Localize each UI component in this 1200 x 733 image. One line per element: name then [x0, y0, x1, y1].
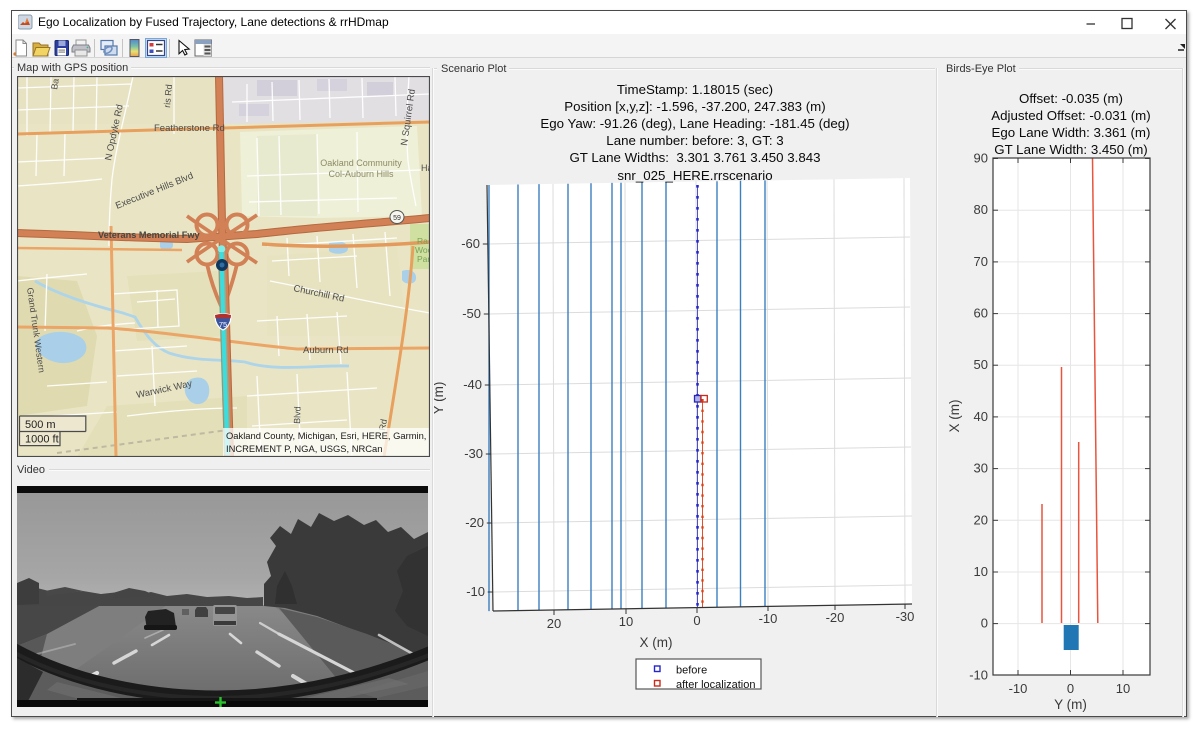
svg-text:500 m: 500 m [25, 419, 56, 431]
svg-text:0: 0 [693, 613, 700, 628]
svg-text:Col-Auburn Hills: Col-Auburn Hills [328, 169, 394, 179]
svg-text:0: 0 [981, 616, 988, 631]
svg-text:-20: -20 [465, 515, 484, 530]
svg-text:-10: -10 [466, 584, 485, 599]
svg-text:60: 60 [974, 306, 988, 321]
svg-text:75: 75 [219, 320, 227, 329]
svg-text:Featherstone Rd: Featherstone Rd [154, 123, 225, 134]
svg-text:-30: -30 [896, 609, 915, 624]
svg-text:Oakland Community: Oakland Community [320, 158, 402, 168]
svg-text:-60: -60 [461, 236, 480, 251]
svg-text:40: 40 [974, 409, 988, 424]
svg-text:50: 50 [974, 357, 988, 372]
svg-text:Oakland County, Michigan, Esri: Oakland County, Michigan, Esri, HERE, Ga… [226, 430, 426, 441]
svg-text:-10: -10 [1009, 681, 1028, 696]
svg-text:-50: -50 [462, 306, 481, 321]
svg-text:20: 20 [974, 512, 988, 527]
svg-text:10: 10 [974, 564, 988, 579]
svg-text:-10: -10 [969, 667, 988, 682]
svg-text:X (m): X (m) [640, 635, 673, 650]
svg-text:30: 30 [974, 461, 988, 476]
svg-text:-30: -30 [464, 446, 483, 461]
svg-text:Y (m): Y (m) [433, 382, 446, 415]
svg-text:20: 20 [547, 616, 561, 631]
svg-text:Ha: Ha [421, 163, 430, 173]
svg-text:-10: -10 [759, 611, 778, 626]
svg-text:10: 10 [1116, 681, 1130, 696]
svg-text:Par: Par [417, 254, 430, 264]
svg-text:Blvd: Blvd [292, 406, 303, 424]
svg-text:Y (m): Y (m) [1054, 697, 1087, 712]
svg-text:before: before [676, 665, 707, 677]
svg-text:-40: -40 [463, 377, 482, 392]
svg-text:-20: -20 [826, 610, 845, 625]
svg-text:ris Rd: ris Rd [162, 84, 174, 108]
svg-text:Ba: Ba [49, 78, 61, 91]
svg-text:80: 80 [974, 202, 988, 217]
svg-text:10: 10 [619, 614, 633, 629]
svg-text:X (m): X (m) [947, 400, 962, 433]
svg-text:59: 59 [393, 215, 401, 222]
svg-text:70: 70 [974, 254, 988, 269]
svg-text:INCREMENT P, NGA, USGS, NRCan: INCREMENT P, NGA, USGS, NRCan [226, 443, 382, 454]
svg-text:1000 ft: 1000 ft [25, 434, 59, 446]
svg-text:Veterans Memorial Fwy: Veterans Memorial Fwy [98, 230, 201, 240]
svg-text:0: 0 [1067, 681, 1074, 696]
svg-text:Auburn Rd: Auburn Rd [303, 345, 348, 356]
svg-text:after localization: after localization [676, 679, 756, 691]
